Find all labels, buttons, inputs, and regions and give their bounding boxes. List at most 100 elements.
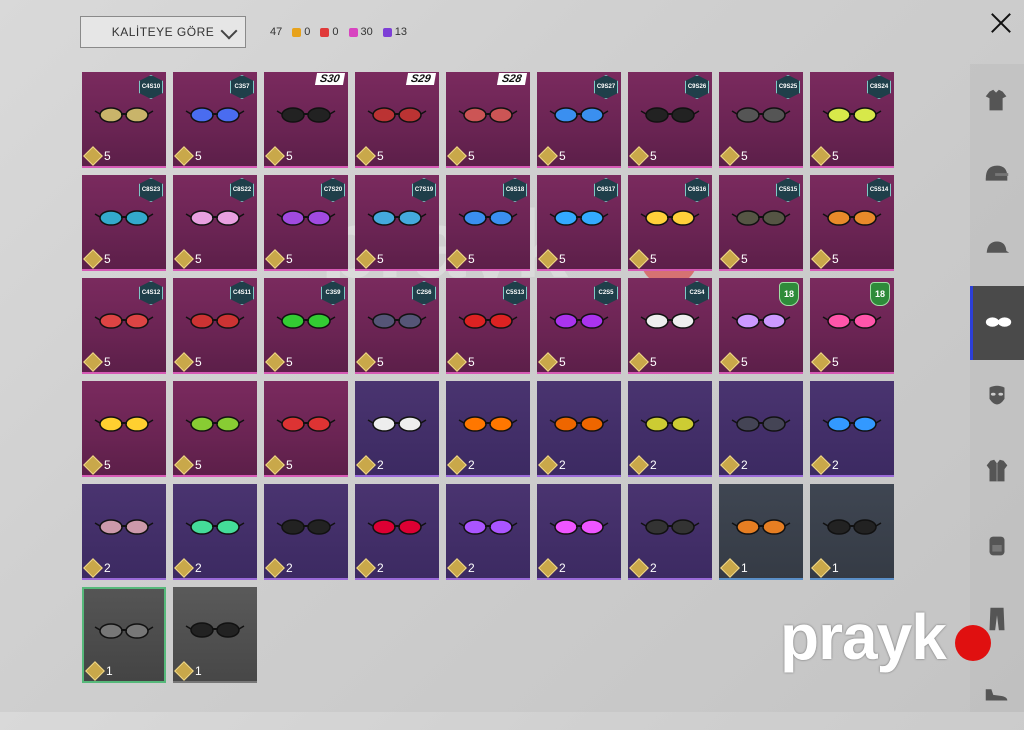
item-card[interactable]: 2: [537, 484, 621, 580]
item-card[interactable]: 18 5: [719, 278, 803, 374]
close-icon[interactable]: [986, 8, 1016, 38]
season-badge: C7S19: [412, 178, 436, 202]
item-card[interactable]: S28 5: [446, 72, 530, 168]
sidebar-category-helmet[interactable]: [970, 138, 1024, 212]
item-cost: 2: [174, 558, 202, 578]
item-card[interactable]: 1: [82, 587, 166, 683]
glasses-icon: [367, 519, 427, 535]
item-card[interactable]: 1: [719, 484, 803, 580]
coin-icon: [83, 146, 103, 166]
item-cost: 5: [356, 352, 384, 372]
sidebar-category-mask[interactable]: [970, 360, 1024, 434]
sidebar-category-jacket[interactable]: [970, 434, 1024, 508]
season-badge: C7S20: [321, 178, 345, 202]
item-card[interactable]: C2S4 5: [628, 278, 712, 374]
item-card[interactable]: C4S10 5: [82, 72, 166, 168]
item-card[interactable]: C5S13 5: [446, 278, 530, 374]
item-card[interactable]: C8S23 5: [82, 175, 166, 271]
coin-icon: [720, 558, 740, 578]
coin-icon: [174, 455, 194, 475]
item-card[interactable]: 5: [82, 381, 166, 477]
item-card[interactable]: C2S6 5: [355, 278, 439, 374]
sort-label: KALİTEYE GÖRE: [111, 25, 215, 39]
pants-icon: [989, 607, 1005, 631]
sidebar-category-glasses[interactable]: [970, 286, 1024, 360]
glasses-icon: [822, 313, 882, 329]
cost-value: 2: [832, 458, 839, 472]
coin-icon: [174, 558, 194, 578]
glasses-icon: [185, 416, 245, 432]
item-card[interactable]: C9S27 5: [537, 72, 621, 168]
item-card[interactable]: 2: [355, 381, 439, 477]
item-card[interactable]: 2: [173, 484, 257, 580]
glasses-icon: [94, 416, 154, 432]
glasses-icon: [185, 313, 245, 329]
glasses-icon: [367, 313, 427, 329]
item-cost: 5: [538, 249, 566, 269]
item-card[interactable]: C9S25 5: [719, 72, 803, 168]
cost-value: 2: [741, 458, 748, 472]
cap-icon: [986, 241, 1010, 253]
cost-value: 5: [468, 355, 475, 369]
item-card[interactable]: C2S5 5: [537, 278, 621, 374]
item-card[interactable]: 5: [264, 381, 348, 477]
item-card[interactable]: 2: [719, 381, 803, 477]
item-card[interactable]: 5: [173, 381, 257, 477]
season-badge: C2S5: [594, 281, 618, 305]
item-card[interactable]: 2: [446, 381, 530, 477]
item-card[interactable]: 2: [628, 484, 712, 580]
item-card[interactable]: C8S22 5: [173, 175, 257, 271]
item-card[interactable]: 2: [446, 484, 530, 580]
glasses-icon: [549, 519, 609, 535]
item-card[interactable]: 18 5: [810, 278, 894, 374]
cost-value: 2: [286, 561, 293, 575]
item-card[interactable]: 2: [810, 381, 894, 477]
item-card[interactable]: 2: [355, 484, 439, 580]
coin-icon: [447, 558, 467, 578]
item-card[interactable]: C7S19 5: [355, 175, 439, 271]
sort-dropdown[interactable]: KALİTEYE GÖRE: [80, 16, 246, 48]
item-cost: 5: [356, 146, 384, 166]
glasses-icon: [822, 416, 882, 432]
glasses-icon: [985, 317, 1011, 327]
item-card[interactable]: S29 5: [355, 72, 439, 168]
sidebar-category-backpack[interactable]: [970, 508, 1024, 582]
coin-icon: [356, 455, 376, 475]
sidebar-category-shoes[interactable]: [970, 656, 1024, 730]
coin-icon: [538, 249, 558, 269]
item-card[interactable]: C6S16 5: [628, 175, 712, 271]
item-card[interactable]: C7S20 5: [264, 175, 348, 271]
sidebar-category-shirt[interactable]: [970, 64, 1024, 138]
item-card[interactable]: S30 5: [264, 72, 348, 168]
item-card[interactable]: C4S12 5: [82, 278, 166, 374]
item-card[interactable]: C3S9 5: [264, 278, 348, 374]
item-cost: 5: [720, 146, 748, 166]
item-card[interactable]: C9S26 5: [628, 72, 712, 168]
item-card[interactable]: 1: [810, 484, 894, 580]
item-card[interactable]: C3S7 5: [173, 72, 257, 168]
item-card[interactable]: 2: [628, 381, 712, 477]
cost-value: 5: [286, 355, 293, 369]
item-card[interactable]: C4S11 5: [173, 278, 257, 374]
item-cost: 5: [811, 352, 839, 372]
glasses-icon: [185, 622, 245, 638]
item-cost: 5: [447, 249, 475, 269]
item-card[interactable]: C5S14 5: [810, 175, 894, 271]
watermark-logo: prayk: [780, 601, 947, 673]
coin-icon: [356, 249, 376, 269]
glasses-icon: [640, 210, 700, 226]
item-card[interactable]: 2: [264, 484, 348, 580]
item-card[interactable]: C8S24 5: [810, 72, 894, 168]
item-card[interactable]: C6S17 5: [537, 175, 621, 271]
coin-icon: [265, 558, 285, 578]
glasses-icon: [731, 416, 791, 432]
item-card[interactable]: C6S18 5: [446, 175, 530, 271]
item-card[interactable]: 1: [173, 587, 257, 683]
item-card[interactable]: 2: [82, 484, 166, 580]
age-rating-badge: 18: [870, 282, 890, 306]
item-card[interactable]: C5S15 5: [719, 175, 803, 271]
season-badge: C9S26: [685, 75, 709, 99]
sidebar-category-cap[interactable]: [970, 212, 1024, 286]
item-card[interactable]: 2: [537, 381, 621, 477]
glasses-icon: [640, 107, 700, 123]
